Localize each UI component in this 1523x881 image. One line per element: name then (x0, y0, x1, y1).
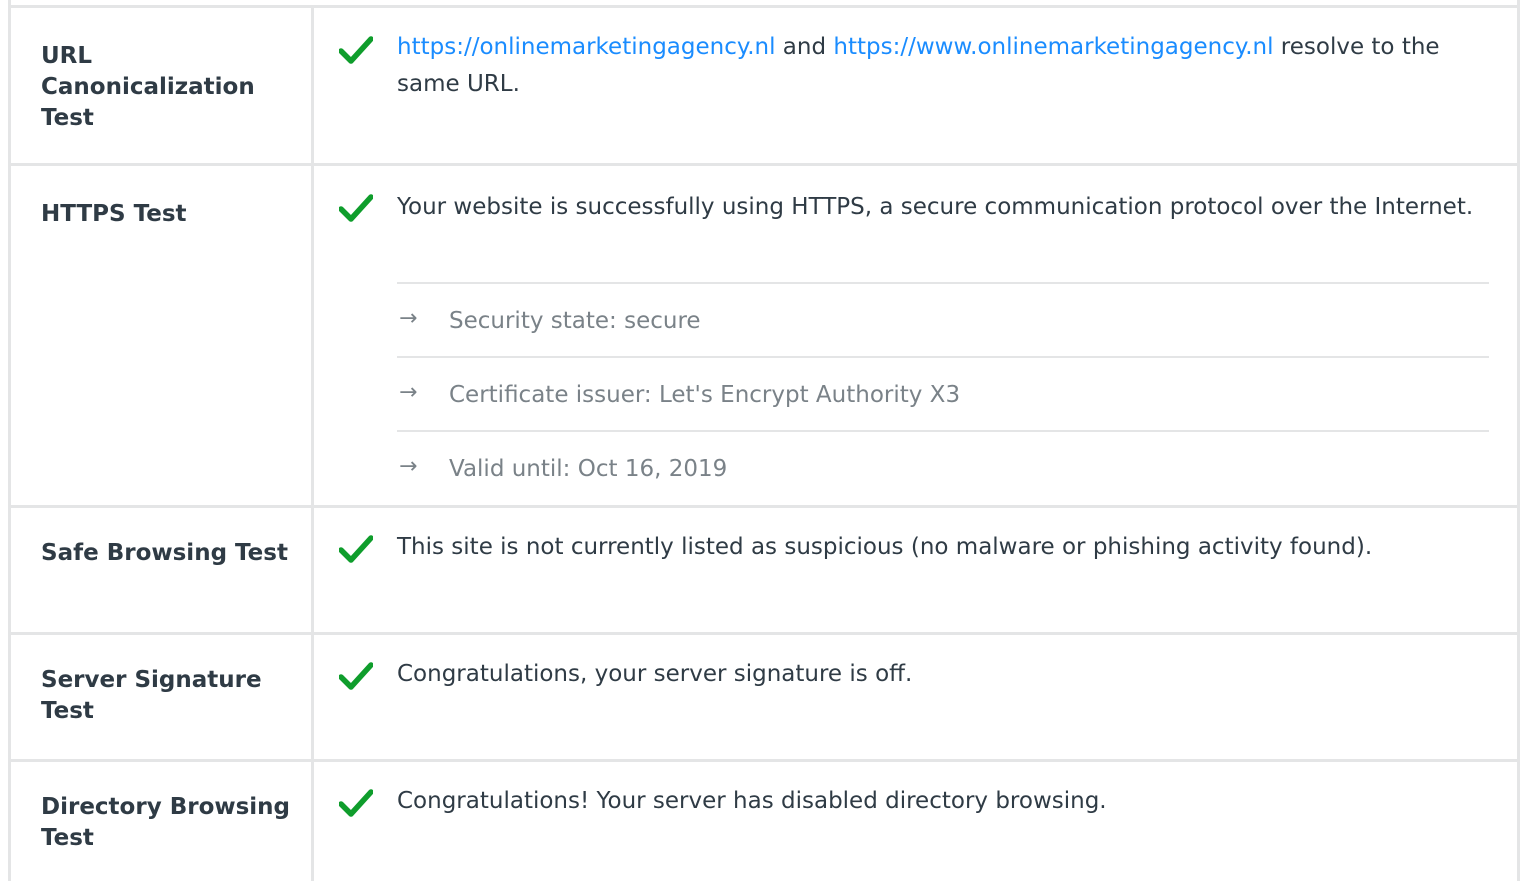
detail-text: Valid until: Oct 16, 2019 (449, 456, 728, 482)
result-message: Your website is successfully using HTTPS… (397, 194, 1474, 220)
label-cell: Server Signature Test (11, 635, 314, 759)
test-name-label: HTTPS Test (41, 201, 187, 227)
url-link-www[interactable]: https://www.onlinemarketingagency.nl (833, 34, 1273, 60)
message-connector: and (775, 34, 834, 60)
label-cell: HTTPS Test (11, 166, 314, 505)
label-cell: URL Canonicalization Test (11, 8, 314, 163)
checkmark-icon (339, 36, 373, 64)
result-message: Congratulations, your server signature i… (397, 661, 913, 687)
arrow-right-icon: → (399, 454, 418, 479)
result-message: Congratulations! Your server has disable… (397, 788, 1107, 814)
result-row-directory-browsing: Directory Browsing Test Congratulations!… (8, 762, 1520, 881)
result-row-safe-browsing: Safe Browsing Test This site is not curr… (8, 508, 1520, 635)
detail-item-valid-until: → Valid until: Oct 16, 2019 (397, 430, 1489, 504)
checkmark-icon (339, 662, 373, 690)
test-name-label: Server Signature Test (41, 667, 262, 724)
label-cell: Directory Browsing Test (11, 762, 314, 881)
result-row-url-canonicalization: URL Canonicalization Test https://online… (8, 8, 1520, 166)
seo-security-results-table: URL Canonicalization Test https://online… (0, 0, 1523, 881)
detail-text: Certificate issuer: Let's Encrypt Author… (449, 382, 961, 408)
detail-item-certificate-issuer: → Certificate issuer: Let's Encrypt Auth… (397, 356, 1489, 430)
checkmark-icon (339, 194, 373, 222)
detail-item-security-state: → Security state: secure (397, 282, 1489, 356)
previous-row-bottom (8, 0, 1520, 8)
checkmark-icon (339, 789, 373, 817)
arrow-right-icon: → (399, 306, 418, 331)
result-message: https://onlinemarketingagency.nl and htt… (397, 29, 1497, 103)
checkmark-icon (339, 535, 373, 563)
result-message: This site is not currently listed as sus… (397, 534, 1373, 560)
arrow-right-icon: → (399, 380, 418, 405)
url-link-non-www[interactable]: https://onlinemarketingagency.nl (397, 34, 775, 60)
test-name-label: URL Canonicalization Test (41, 43, 255, 131)
test-name-label: Safe Browsing Test (41, 540, 288, 566)
result-row-server-signature: Server Signature Test Congratulations, y… (8, 635, 1520, 762)
test-name-label: Directory Browsing Test (41, 794, 291, 851)
detail-text: Security state: secure (449, 308, 701, 334)
label-cell: Safe Browsing Test (11, 508, 314, 632)
result-row-https: HTTPS Test Your website is successfully … (8, 166, 1520, 508)
